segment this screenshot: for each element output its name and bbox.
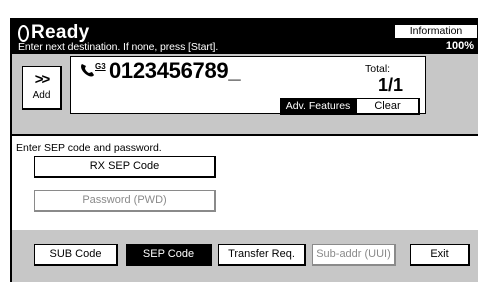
memory-percent: 100% bbox=[445, 40, 474, 52]
total-value: 1/1 bbox=[377, 75, 403, 95]
instruction-text: Enter next destination. If none, press [… bbox=[18, 41, 219, 53]
tab-sep-code[interactable]: SEP Code bbox=[126, 244, 212, 266]
destination-number: 0123456789_ bbox=[109, 58, 241, 83]
add-button[interactable]: >> Add bbox=[22, 66, 62, 110]
password-button[interactable]: Password (PWD) bbox=[34, 190, 216, 212]
ready-indicator-icon bbox=[18, 24, 29, 42]
exit-button[interactable]: Exit bbox=[410, 244, 470, 266]
divider bbox=[12, 134, 478, 136]
total-label: Total: bbox=[365, 63, 391, 75]
tab-bar: SUB Code SEP Code Transfer Req. Sub-addr… bbox=[12, 230, 478, 282]
status-bar: Ready Enter next destination. If none, p… bbox=[12, 20, 478, 54]
tab-sub-code[interactable]: SUB Code bbox=[34, 244, 118, 266]
adv-features-button[interactable]: Adv. Features bbox=[280, 98, 356, 115]
sep-prompt: Enter SEP code and password. bbox=[16, 142, 162, 154]
rx-sep-code-button[interactable]: RX SEP Code bbox=[34, 156, 216, 178]
fax-screen: Ready Enter next destination. If none, p… bbox=[10, 18, 478, 282]
tab-transfer-req[interactable]: Transfer Req. bbox=[218, 244, 306, 266]
line-type-tag: G3 bbox=[95, 62, 106, 71]
double-chevron-right-icon: >> bbox=[34, 71, 51, 88]
tab-sub-addr[interactable]: Sub-addr (UUI) bbox=[312, 244, 396, 266]
clear-button[interactable]: Clear bbox=[356, 98, 420, 115]
add-label: Add bbox=[32, 90, 51, 101]
destination-area: >> Add G3 0123456789_ Total: 1/1 Adv. Fe… bbox=[12, 54, 478, 136]
information-button[interactable]: Information bbox=[394, 24, 478, 39]
